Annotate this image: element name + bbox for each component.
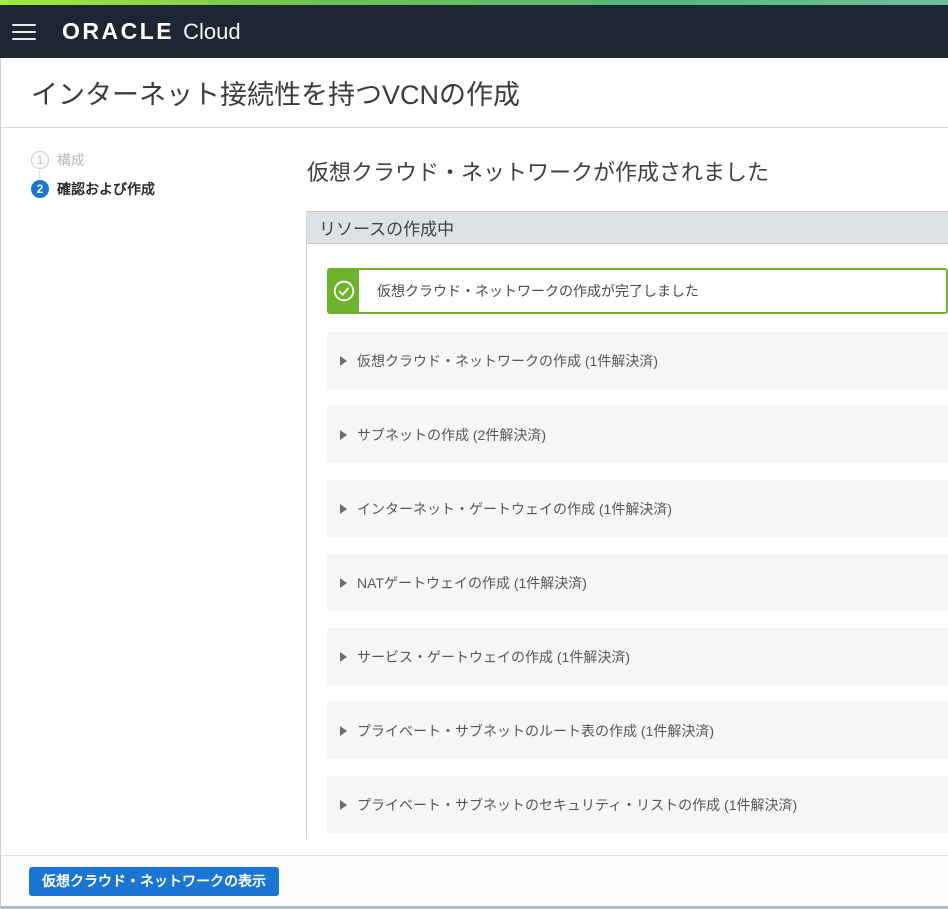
title-bar: インターネット接続性を持つVCNの作成 [1,58,948,128]
resource-item[interactable]: NATゲートウェイの作成 (1件解決済) [327,554,948,611]
view-vcn-button[interactable]: 仮想クラウド・ネットワークの表示 [29,867,279,896]
resource-item[interactable]: サービス・ゲートウェイの作成 (1件解決済) [327,628,948,685]
resource-item[interactable]: インターネット・ゲートウェイの作成 (1件解決済) [327,480,948,537]
triangle-right-icon [340,578,347,588]
resource-list: 仮想クラウド・ネットワークの作成 (1件解決済) サブネットの作成 (2件解決済… [327,332,948,833]
resource-item[interactable]: プライベート・サブネットのセキュリティ・リストの作成 (1件解決済) [327,776,948,833]
logo-oracle-text: ORACLE [62,18,174,45]
resource-item[interactable]: プライベート・サブネットのルート表の作成 (1件解決済) [327,702,948,759]
triangle-right-icon [340,430,347,440]
triangle-right-icon [340,652,347,662]
step-item-configuration[interactable]: 1 構成 [31,150,155,170]
triangle-right-icon [340,726,347,736]
step-label: 確認および作成 [57,179,155,199]
resource-item[interactable]: サブネットの作成 (2件解決済) [327,406,948,463]
check-circle-icon [333,280,355,302]
hamburger-menu-icon[interactable] [12,20,36,44]
vcn-created-heading: 仮想クラウド・ネットワークが作成されました [307,155,948,187]
resource-item[interactable]: 仮想クラウド・ネットワークの作成 (1件解決済) [327,332,948,389]
success-message: 仮想クラウド・ネットワークの作成が完了しました [359,270,699,312]
oracle-cloud-logo: ORACLE Cloud [62,18,241,45]
triangle-right-icon [340,356,347,366]
triangle-right-icon [340,504,347,514]
resources-panel-header: リソースの作成中 [307,211,948,244]
app-header: ORACLE Cloud [0,5,948,58]
resources-panel-body: 仮想クラウド・ネットワークの作成が完了しました 仮想クラウド・ネットワークの作成… [307,244,948,839]
resource-item-label: プライベート・サブネットのセキュリティ・リストの作成 (1件解決済) [357,795,797,815]
page-body: インターネット接続性を持つVCNの作成 1 構成 2 確認および作成 仮想クラウ… [0,58,948,909]
resource-item-label: サービス・ゲートウェイの作成 (1件解決済) [357,647,630,667]
resource-item-label: プライベート・サブネットのルート表の作成 (1件解決済) [357,721,714,741]
resource-item-label: サブネットの作成 (2件解決済) [357,425,546,445]
step-number-badge: 2 [31,180,49,198]
step-connector-line [39,170,40,179]
content-area: 1 構成 2 確認および作成 仮想クラウド・ネットワークが作成されました リソー… [1,128,948,855]
triangle-right-icon [340,800,347,810]
main-column: 仮想クラウド・ネットワークが作成されました リソースの作成中 仮想クラウド・ネッ… [306,128,948,839]
logo-cloud-text: Cloud [183,19,240,45]
footer-bar: 仮想クラウド・ネットワークの表示 [0,855,948,909]
resources-panel-title: リソースの作成中 [319,215,454,240]
resources-panel: リソースの作成中 仮想クラウド・ネットワークの作成が完了しました [306,211,948,839]
wizard-steps: 1 構成 2 確認および作成 [31,150,155,199]
step-label: 構成 [57,150,85,170]
step-item-review-create[interactable]: 2 確認および作成 [31,179,155,199]
success-banner: 仮想クラウド・ネットワークの作成が完了しました [327,268,948,314]
resource-item-label: 仮想クラウド・ネットワークの作成 (1件解決済) [357,351,658,371]
step-number-badge: 1 [31,151,49,169]
success-banner-accent [329,270,359,312]
resource-item-label: インターネット・ゲートウェイの作成 (1件解決済) [357,499,672,519]
page-title: インターネット接続性を持つVCNの作成 [31,73,520,112]
resource-item-label: NATゲートウェイの作成 (1件解決済) [357,573,587,593]
